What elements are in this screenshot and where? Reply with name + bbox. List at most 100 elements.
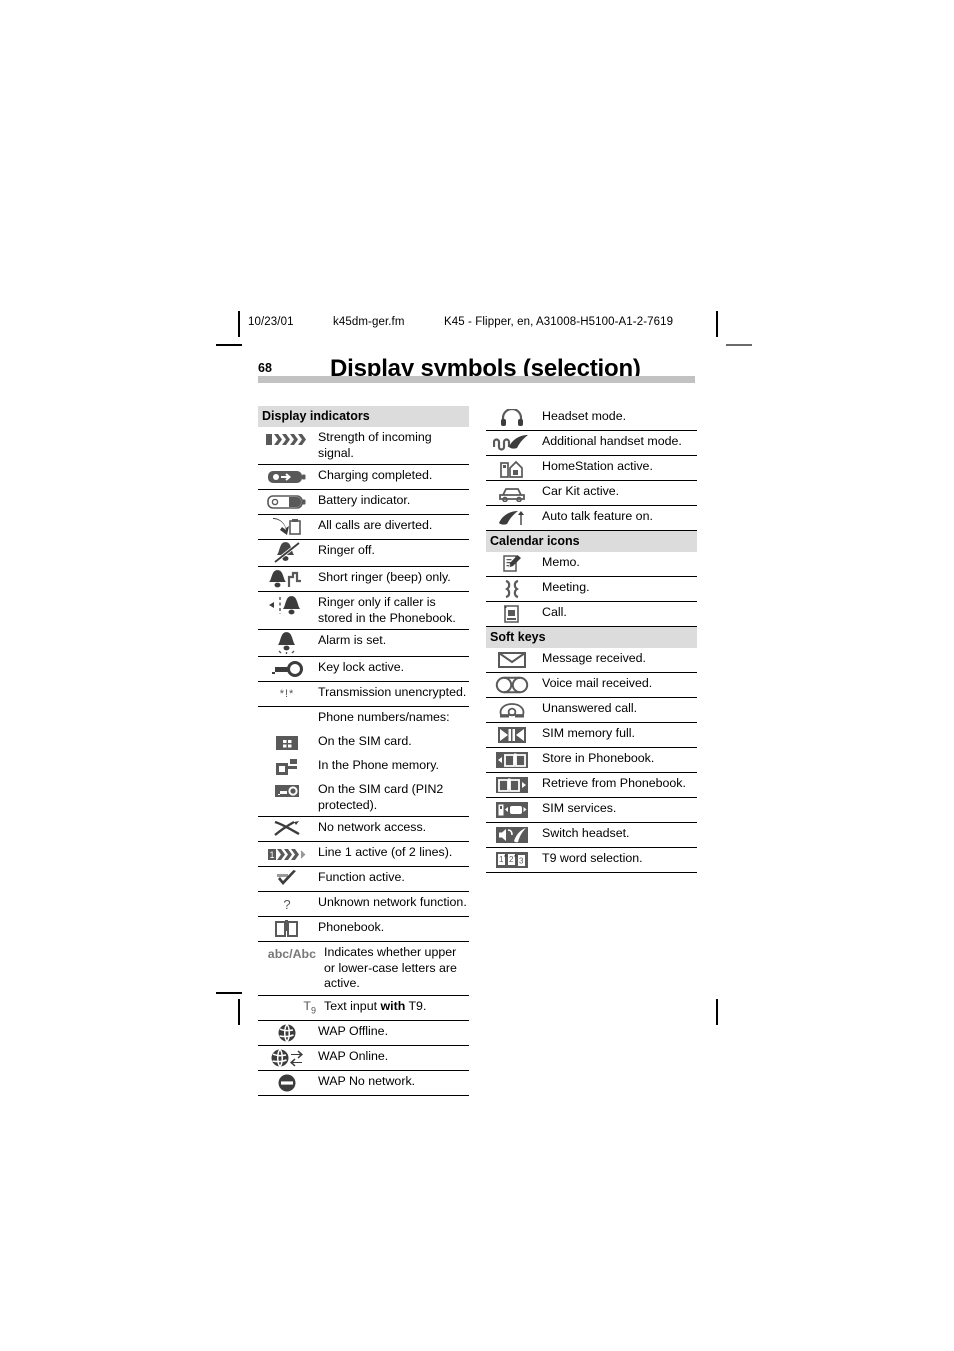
- table-row: 1 Line 1 active (of 2 lines).: [258, 842, 469, 867]
- table-row: WAP Offline.: [258, 1021, 469, 1046]
- row-text: Short ringer (beep) only.: [318, 570, 451, 584]
- row-text: Function active.: [318, 870, 405, 884]
- short-ringer-beep-icon: [258, 567, 316, 591]
- table-row: Ringer off.: [258, 540, 469, 567]
- battery-indicator-icon: [258, 490, 316, 514]
- t9-word-selection-icon: 123: [486, 848, 538, 872]
- t9-text-before: Text input: [324, 998, 381, 1013]
- table-row: On the SIM card (PIN2 protected).: [258, 779, 469, 817]
- row-text: Headset mode.: [542, 409, 627, 423]
- row-text: Message received.: [542, 651, 646, 665]
- unanswered-call-icon: [486, 698, 538, 722]
- row-text: Store in Phonebook.: [542, 751, 655, 765]
- table-row: Ringer only if caller is stored in the P…: [258, 592, 469, 630]
- section-header-calendar-icons: Calendar icons: [486, 531, 697, 552]
- document-page: 10/23/01 k45dm-ger.fm K45 - Flipper, en,…: [0, 0, 954, 1351]
- table-row: Key lock active.: [258, 657, 469, 682]
- row-text: Auto talk feature on.: [542, 509, 653, 523]
- car-kit-icon: [486, 481, 538, 505]
- svg-text:3: 3: [519, 857, 524, 866]
- header-filename: k45dm-ger.fm: [333, 316, 405, 328]
- t9-text-bold: with: [380, 998, 406, 1013]
- table-row: Auto talk feature on.: [486, 506, 697, 531]
- row-text: WAP Online.: [318, 1048, 389, 1063]
- table-row: Car Kit active.: [486, 481, 697, 506]
- row-text: In the Phone memory.: [318, 758, 439, 772]
- header-date: 10/23/01: [248, 316, 294, 328]
- row-text: Unanswered call.: [542, 701, 638, 715]
- table-row: Alarm is set.: [258, 630, 469, 657]
- row-text: Line 1 active (of 2 lines).: [318, 845, 453, 859]
- table-row: In the Phone memory.: [258, 755, 469, 779]
- wap-no-network-icon: [258, 1071, 316, 1095]
- headset-icon: [486, 406, 538, 430]
- call-divert-icon: [258, 515, 316, 539]
- switch-headset-icon: [486, 823, 538, 847]
- table-row: *!* Transmission unencrypted.: [258, 682, 469, 707]
- no-network-icon: [258, 817, 316, 841]
- table-row: WAP No network.: [258, 1071, 469, 1096]
- sim-pin2-icon: [258, 779, 316, 803]
- row-text: SIM memory full.: [542, 726, 635, 740]
- row-text: Key lock active.: [318, 660, 405, 674]
- row-text: Car Kit active.: [542, 484, 620, 498]
- right-column: Headset mode. Additional handset mode. H…: [486, 406, 697, 873]
- table-row: Phonebook.: [258, 917, 469, 942]
- header-docref: K45 - Flipper, en, A31008-H5100-A1-2-761…: [444, 316, 674, 328]
- row-text: Ringer off.: [318, 543, 375, 557]
- row-text: Memo.: [542, 555, 580, 569]
- row-text: On the SIM card (PIN2 protected).: [318, 782, 444, 812]
- key-lock-icon: [258, 657, 316, 681]
- table-row: Strength of incoming signal.: [258, 427, 469, 465]
- store-in-phonebook-icon: [486, 748, 538, 772]
- row-text: Strength of incoming signal.: [318, 430, 432, 460]
- table-row: Battery indicator.: [258, 490, 469, 515]
- additional-handset-icon: [486, 431, 538, 455]
- row-text: WAP Offline.: [318, 1023, 389, 1038]
- crop-mark-top-left-horizontal: [216, 344, 242, 346]
- table-row: Memo.: [486, 552, 697, 577]
- homestation-icon: [486, 456, 538, 480]
- retrieve-from-phonebook-icon: [486, 773, 538, 797]
- phonebook-icon: [258, 917, 316, 941]
- left-column: Display indicators Strength of incoming …: [258, 406, 469, 1096]
- table-row: WAP Online.: [258, 1046, 469, 1071]
- table-row: SIM memory full.: [486, 723, 697, 748]
- table-row: Charging completed.: [258, 465, 469, 490]
- phone-memory-icon: [258, 755, 316, 779]
- table-row: Voice mail received.: [486, 673, 697, 698]
- title-rule: [258, 376, 695, 383]
- crop-mark-top-right-horizontal: [726, 344, 752, 346]
- unknown-network-function-icon: ?: [283, 896, 291, 912]
- table-row: Store in Phonebook.: [486, 748, 697, 773]
- table-row: Retrieve from Phonebook.: [486, 773, 697, 798]
- table-row: All calls are diverted.: [258, 515, 469, 540]
- row-text: Battery indicator.: [318, 493, 411, 507]
- sim-card-icon: [258, 731, 316, 755]
- table-row: Call.: [486, 602, 697, 627]
- battery-charging-complete-icon: [258, 465, 316, 489]
- table-row: HomeStation active.: [486, 456, 697, 481]
- table-row: Short ringer (beep) only.: [258, 567, 469, 592]
- row-text: All calls are diverted.: [318, 518, 433, 532]
- row-text: Text input with T9.: [322, 996, 469, 1018]
- row-text: On the SIM card.: [318, 734, 412, 748]
- function-active-check-icon: [258, 867, 316, 891]
- no-icon: [258, 707, 316, 731]
- wap-online-icon: [258, 1046, 316, 1070]
- message-received-icon: [486, 648, 538, 672]
- crop-mark-top-right-vertical: [716, 311, 718, 337]
- row-text: Phonebook.: [318, 920, 385, 934]
- row-text: Meeting.: [542, 580, 590, 594]
- row-text: HomeStation active.: [542, 459, 653, 473]
- auto-talk-icon: [486, 506, 538, 530]
- section-header-soft-keys: Soft keys: [486, 627, 697, 648]
- wap-offline-icon: [258, 1021, 316, 1045]
- row-text: Retrieve from Phonebook.: [542, 776, 686, 790]
- call-icon: [486, 602, 538, 626]
- row-text: Additional handset mode.: [542, 434, 682, 448]
- crop-mark-bottom-right-vertical: [716, 999, 718, 1025]
- row-text: Switch headset.: [542, 826, 630, 840]
- signal-strength-icon: [258, 427, 316, 451]
- line-1-active-icon: 1: [258, 842, 316, 866]
